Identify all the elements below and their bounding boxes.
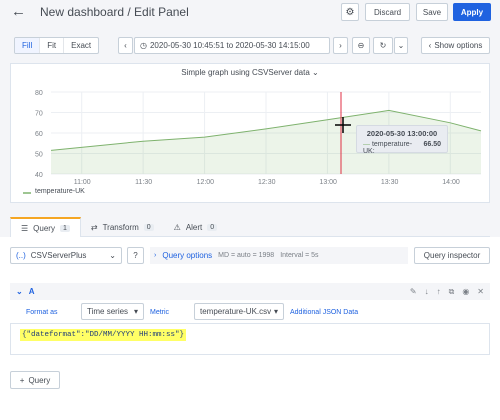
chevron-down-icon: ⌄ — [109, 251, 116, 260]
refresh-icon: ↻ — [379, 41, 387, 50]
edit-icon[interactable]: ✎ — [410, 287, 417, 297]
datasource-picker[interactable]: (..) CSVServerPlus ⌄ — [10, 247, 122, 264]
tab-alert-count: 0 — [207, 223, 218, 231]
back-arrow-icon[interactable]: ← — [11, 3, 26, 20]
tooltip: 2020-05-30 13:00:00 — temperature-UK: 66… — [356, 125, 448, 155]
editor-tabs: ☰ Query 1 ⇄ Transform 0 ⚠ Alert 0 — [10, 217, 490, 237]
chevron-down-icon: ⌄ — [397, 41, 405, 50]
zoom-out-button[interactable]: ⊖ — [352, 37, 370, 54]
time-back-button[interactable]: ‹ — [118, 37, 133, 54]
query-inspector-button[interactable]: Query inspector — [414, 247, 490, 264]
arrow-down-icon[interactable]: ↓ — [425, 287, 429, 297]
view-fill-button[interactable]: Fill — [15, 38, 41, 53]
chevron-left-icon: ‹ — [124, 41, 127, 50]
view-fit-button[interactable]: Fit — [40, 38, 65, 53]
json-data-editor[interactable]: {"dateformat":"DD/MM/YYYY HH:mm:ss"} — [10, 323, 490, 355]
x-tick-label: 13:30 — [381, 179, 399, 186]
trash-icon[interactable]: ✕ — [477, 287, 484, 297]
help-button[interactable]: ? — [127, 247, 144, 264]
question-icon: ? — [133, 251, 138, 260]
bell-icon: ⚠ — [173, 222, 181, 232]
arrow-up-icon[interactable]: ↑ — [437, 287, 441, 297]
x-tick-label: 12:00 — [197, 179, 215, 186]
view-mode-segment: Fill Fit Exact — [14, 37, 100, 54]
add-query-button[interactable]: + Query — [10, 371, 60, 389]
chevron-right-icon: › — [339, 41, 342, 50]
y-axis-ticks: 40 50 60 70 80 — [35, 90, 43, 179]
md-text: MD = auto = 1998 — [218, 252, 275, 259]
settings-gear-button[interactable]: ⚙ — [341, 3, 359, 21]
tooltip-value: 66.50 — [423, 141, 441, 148]
save-button[interactable]: Save — [416, 3, 448, 21]
show-options-button[interactable]: ‹ Show options — [421, 37, 490, 54]
json-data-text: {"dateformat":"DD/MM/YYYY HH:mm:ss"} — [20, 329, 187, 341]
format-as-value: Time series — [87, 307, 129, 316]
refresh-interval-dropdown[interactable]: ⌄ — [394, 37, 408, 54]
tab-transform-count: 0 — [143, 223, 154, 231]
discard-button[interactable]: Discard — [365, 3, 410, 21]
query-row-letter: A — [28, 287, 35, 296]
y-tick-label: 40 — [35, 172, 43, 179]
json-data-label: Additional JSON Data — [290, 309, 359, 316]
chevron-down-icon: ⌄ — [16, 287, 23, 296]
query-row-header[interactable]: ⌄ A ✎ ↓ ↑ ⧉ ◉ ✕ — [10, 283, 490, 300]
metric-label: Metric — [150, 309, 170, 316]
x-tick-label: 12:30 — [258, 179, 276, 186]
tab-transform-label: Transform — [102, 222, 139, 232]
format-as-label: Format as — [26, 309, 58, 316]
x-tick-label: 14:00 — [442, 179, 460, 186]
add-query-label: Query — [28, 375, 51, 385]
datasource-name: CSVServerPlus — [30, 251, 87, 260]
query-options-bar[interactable]: › Query options MD = auto = 1998 Interva… — [150, 247, 408, 264]
tooltip-swatch-icon: — — [363, 141, 370, 148]
y-tick-label: 70 — [35, 111, 43, 118]
tab-alert-label: Alert — [185, 222, 203, 232]
x-axis-ticks: 11:00 11:30 12:00 12:30 13:00 13:30 14:00 — [74, 179, 460, 186]
x-tick-label: 11:30 — [135, 179, 152, 186]
x-tick-label: 13:00 — [319, 179, 337, 186]
database-icon: ☰ — [21, 223, 29, 233]
interval-text: Interval = 5s — [280, 252, 319, 259]
metric-select[interactable]: temperature-UK.csv ▾ — [194, 303, 284, 320]
clock-icon: ◷ — [140, 41, 147, 50]
tooltip-series: temperature-UK: — [363, 141, 413, 155]
transform-icon: ⇄ — [90, 222, 98, 232]
zoom-out-icon: ⊖ — [357, 41, 365, 50]
duplicate-icon[interactable]: ⧉ — [449, 287, 455, 297]
eye-icon[interactable]: ◉ — [462, 287, 469, 297]
query-editor: (..) CSVServerPlus ⌄ ? › Query options MD… — [0, 237, 500, 420]
top-bar: ← New dashboard / Edit Panel ⚙ Discard S… — [0, 0, 500, 26]
tooltip-time: 2020-05-30 13:00:00 — [366, 129, 438, 138]
show-options-label: Show options — [434, 41, 483, 50]
apply-button[interactable]: Apply — [453, 3, 491, 21]
format-as-select[interactable]: Time series ▾ — [81, 303, 144, 320]
y-tick-label: 50 — [35, 152, 43, 159]
page-title: New dashboard / Edit Panel — [40, 5, 189, 19]
datasource-icon: (..) — [16, 251, 26, 260]
legend-label[interactable]: temperature-UK — [35, 188, 85, 195]
chevron-left-icon: ‹ — [428, 41, 432, 50]
time-range-text: 2020-05-30 10:45:51 to 2020-05-30 14:15:… — [149, 41, 310, 50]
y-tick-label: 60 — [35, 131, 43, 138]
tab-query[interactable]: ☰ Query 1 — [10, 217, 81, 237]
tab-transform[interactable]: ⇄ Transform 0 — [81, 217, 164, 237]
chevron-right-icon: › — [154, 252, 157, 259]
graph-panel: Simple graph using CSVServer data ⌄ 40 50… — [10, 63, 490, 203]
view-exact-button[interactable]: Exact — [64, 38, 98, 53]
tab-query-count: 1 — [59, 224, 70, 232]
caret-down-icon: ▾ — [133, 307, 138, 316]
query-options-label: Query options — [162, 251, 213, 260]
y-tick-label: 80 — [35, 90, 43, 97]
refresh-button[interactable]: ↻ — [373, 37, 393, 54]
time-range-picker[interactable]: ◷ 2020-05-30 10:45:51 to 2020-05-30 14:1… — [134, 37, 330, 54]
time-forward-button[interactable]: › — [333, 37, 348, 54]
x-tick-label: 11:00 — [74, 179, 91, 186]
metric-value: temperature-UK.csv — [200, 307, 272, 316]
tab-query-label: Query — [33, 223, 55, 233]
gear-icon: ⚙ — [345, 6, 355, 18]
plus-icon: + — [19, 375, 25, 385]
caret-down-icon: ▾ — [273, 307, 278, 316]
tab-alert[interactable]: ⚠ Alert 0 — [164, 217, 228, 237]
